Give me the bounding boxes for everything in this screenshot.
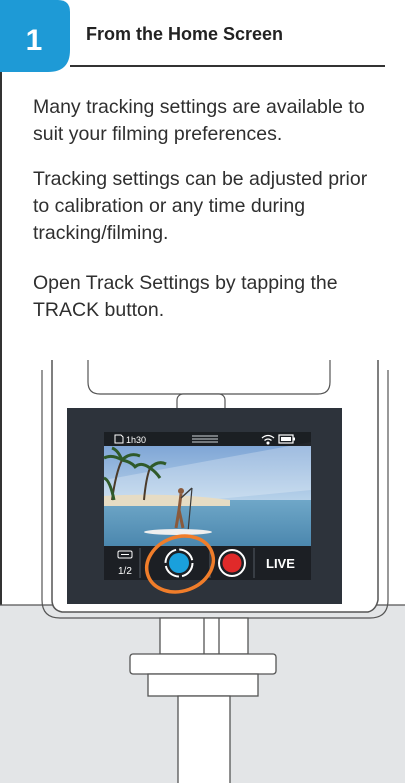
track-button-icon[interactable] (164, 548, 194, 578)
live-button-label: LIVE (266, 556, 295, 571)
step-title: From the Home Screen (86, 24, 284, 44)
instruction-paragraph-2: Tracking settings can be adjusted prior … (33, 168, 368, 244)
record-button-icon[interactable] (218, 549, 246, 577)
device-illustration: 1h30 1/2 LIVE (0, 360, 405, 783)
camera-preview-image (103, 442, 311, 548)
mode-page-indicator: 1/2 (118, 566, 132, 577)
step-title-rule (70, 65, 385, 67)
storage-time: 1h30 (126, 435, 146, 445)
instruction-paragraph-3: Open Track Settings by tapping the TRACK… (33, 272, 338, 321)
instruction-paragraph-1: Many tracking settings are available to … (33, 96, 365, 145)
step-number: 1 (26, 24, 43, 57)
step-number-badge: 1 (0, 0, 70, 72)
